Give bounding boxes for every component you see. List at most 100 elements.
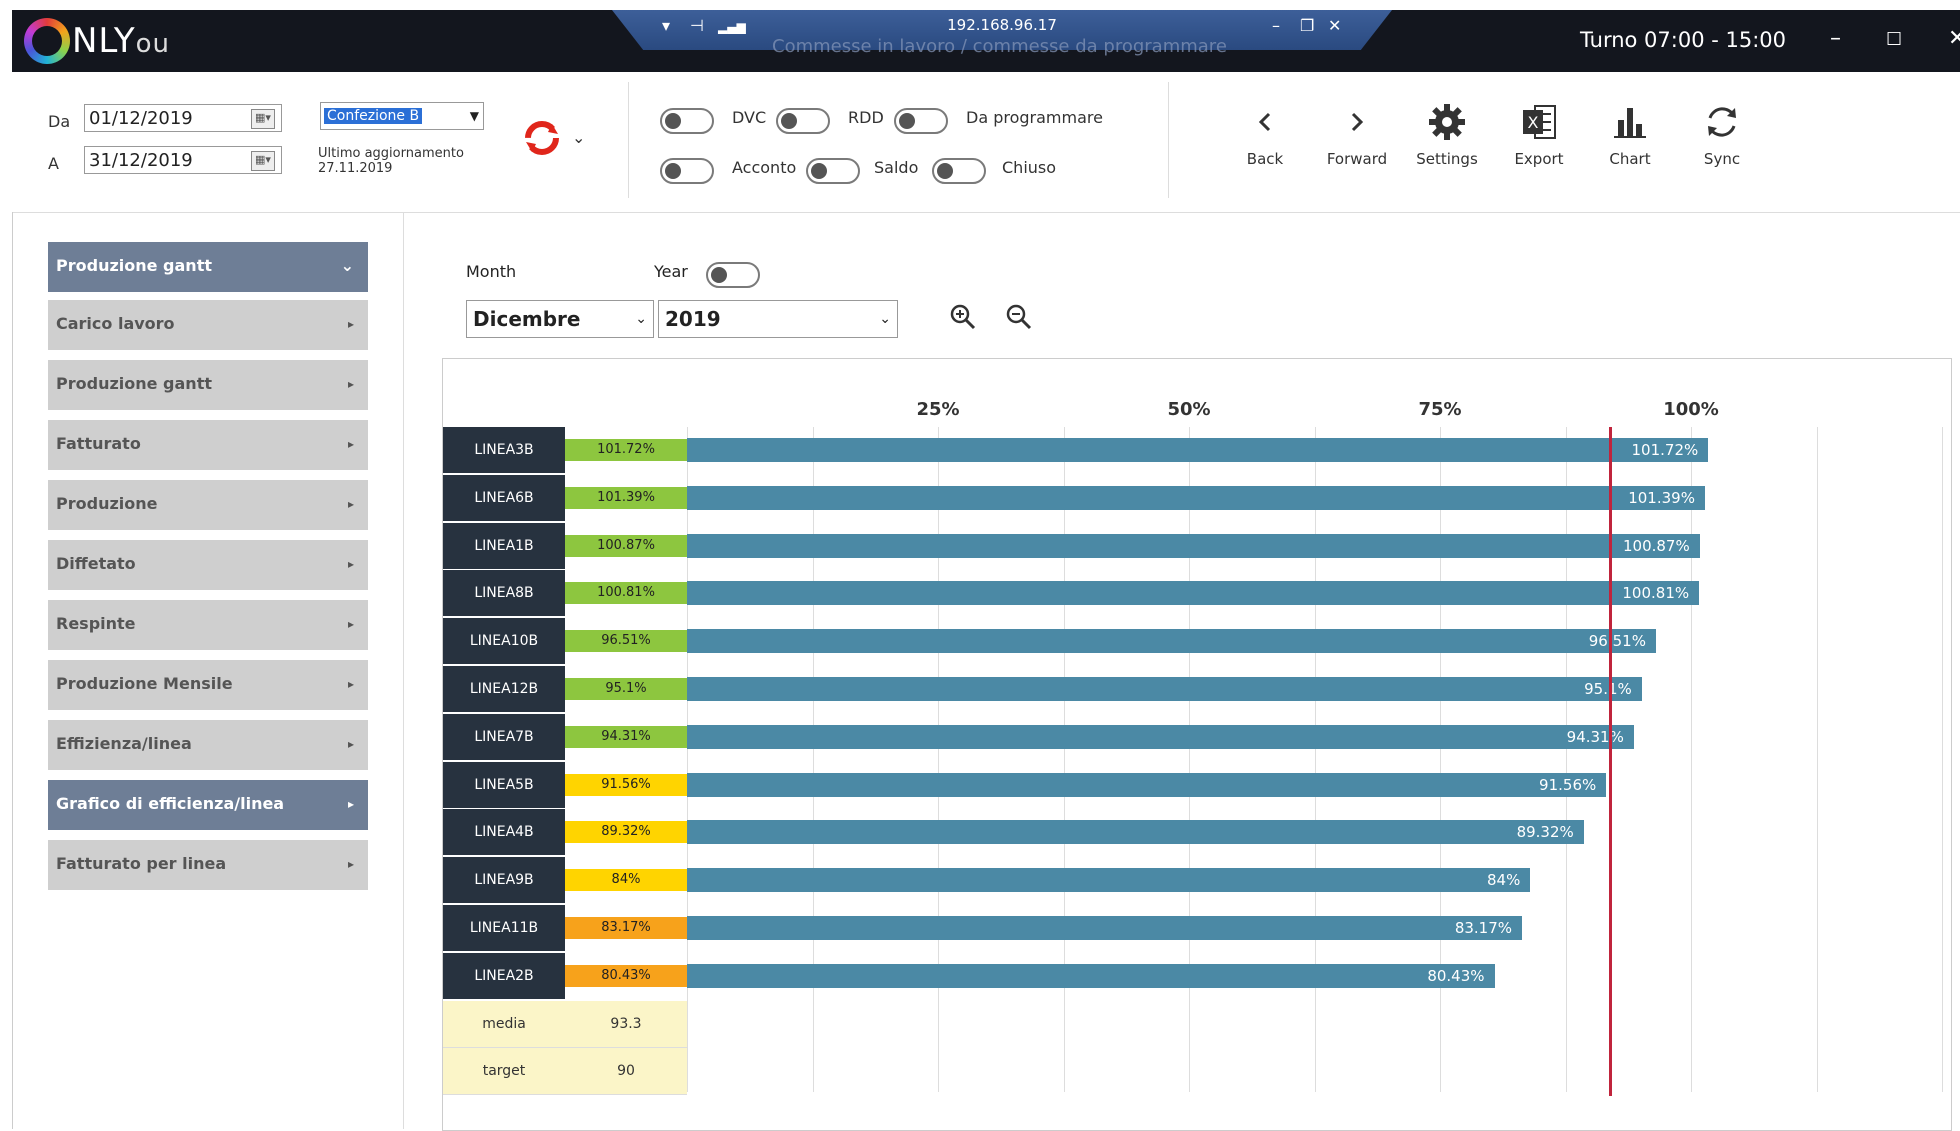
- department-select[interactable]: Confezione B ▼: [320, 102, 484, 130]
- toggle-rdd[interactable]: [776, 108, 830, 134]
- from-date-input[interactable]: 01/12/2019 ▦▾: [84, 104, 282, 132]
- svg-text:X: X: [1528, 113, 1539, 132]
- window-title: Commesse in lavoro / commesse da program…: [772, 36, 1227, 57]
- sidebar-item-grafico-efficienza[interactable]: Grafico di efficienza/linea ▸: [48, 780, 368, 830]
- chevron-right-icon: ▸: [347, 557, 354, 571]
- x-tick-label: 100%: [1663, 399, 1719, 420]
- bar: [687, 772, 1607, 797]
- line-name: LINEA5B: [443, 761, 565, 808]
- chevron-down-icon: ▼: [469, 109, 479, 123]
- line-name: LINEA7B: [443, 713, 565, 760]
- bar: [687, 724, 1634, 749]
- chart-label: Chart: [1609, 150, 1651, 168]
- zoom-in-button[interactable]: [948, 302, 978, 336]
- efficiency-badge: 94.31%: [565, 725, 687, 748]
- sync-button[interactable]: Sync: [1682, 100, 1762, 168]
- line-name: LINEA12B: [443, 666, 565, 712]
- toolbar: Da 01/12/2019 ▦▾ A 31/12/2019 ▦▾ Confezion…: [12, 72, 1960, 213]
- bar-value-label: 83.17%: [1454, 919, 1513, 937]
- sidebar-item-label: Produzione: [56, 494, 158, 513]
- x-tick-label: 75%: [1418, 399, 1462, 420]
- toggle-da-programmare[interactable]: [894, 108, 948, 134]
- sidebar-item-carico-lavoro[interactable]: Carico lavoro ▸: [48, 300, 368, 350]
- bar: [687, 533, 1700, 558]
- sidebar-item-label: Produzione Mensile: [56, 674, 233, 693]
- sidebar-item-produzione[interactable]: Produzione ▸: [48, 480, 368, 530]
- toggle-chiuso[interactable]: [932, 158, 986, 184]
- to-date-input[interactable]: 31/12/2019 ▦▾: [84, 146, 282, 174]
- grid-line: [938, 427, 939, 1092]
- zoom-out-icon: [1006, 304, 1032, 330]
- toggle-saldo[interactable]: [806, 158, 860, 184]
- maximize-icon[interactable]: ☐: [1886, 29, 1902, 50]
- chart-button[interactable]: Chart: [1590, 100, 1670, 168]
- from-date-value: 01/12/2019: [89, 108, 193, 129]
- bar-value-label: 101.72%: [1631, 441, 1699, 459]
- sidebar-item-diffetato[interactable]: Diffetato ▸: [48, 540, 368, 590]
- minimize-icon[interactable]: –: [1830, 26, 1841, 51]
- bar-value-label: 95.1%: [1532, 677, 1632, 701]
- bar-value-label: 96.51%: [1588, 632, 1646, 651]
- calendar-icon[interactable]: ▦▾: [251, 151, 275, 171]
- refresh-options-chevron-icon[interactable]: ⌄: [572, 128, 585, 147]
- chevron-right-icon: ▸: [347, 317, 354, 331]
- bar: [687, 581, 1700, 606]
- chevron-right-icon: ▸: [347, 437, 354, 451]
- grid-line: [812, 427, 814, 1092]
- excel-icon: X: [1523, 105, 1556, 139]
- line-name: LINEA2B: [443, 952, 565, 999]
- toggle-dvc[interactable]: [660, 108, 714, 134]
- refresh-button[interactable]: [522, 118, 562, 162]
- line-name: LINEA11B: [443, 905, 565, 951]
- close-icon[interactable]: ✕: [1948, 26, 1960, 51]
- chevron-right-icon: ▸: [347, 737, 354, 751]
- zoom-out-button[interactable]: [1004, 302, 1034, 336]
- divider: [628, 82, 629, 198]
- remote-minimize-icon[interactable]: –: [1272, 16, 1280, 35]
- bar-value-label: 89.32%: [1516, 823, 1574, 842]
- back-button[interactable]: Back: [1225, 100, 1305, 168]
- efficiency-badge: 84%: [565, 869, 687, 892]
- sidebar-item-label: Fatturato per linea: [56, 854, 227, 873]
- forward-label: Forward: [1326, 150, 1388, 168]
- grid-line: [1440, 427, 1441, 1092]
- sidebar-item-label: Carico lavoro: [56, 314, 175, 333]
- line-name: LINEA3B: [443, 427, 565, 473]
- x-tick-label: 50%: [1167, 399, 1211, 420]
- calendar-icon[interactable]: ▦▾: [251, 109, 275, 129]
- year-select[interactable]: 2019 ⌄: [658, 300, 898, 338]
- summary-label: target: [443, 1048, 565, 1096]
- forward-button[interactable]: Forward: [1317, 100, 1397, 168]
- line-name: LINEA6B: [443, 474, 565, 521]
- gear-icon: [1429, 104, 1465, 140]
- month-select[interactable]: Dicembre ⌄: [466, 300, 654, 338]
- sidebar-item-fatturato[interactable]: Fatturato ▸: [48, 420, 368, 470]
- sidebar-item-produzione-mensile[interactable]: Produzione Mensile ▸: [48, 660, 368, 710]
- last-update-label: Ultimo aggiornamento: [318, 146, 464, 161]
- sidebar-divider: [403, 212, 404, 1129]
- shift-label: Turno 07:00 - 15:00: [1580, 28, 1787, 52]
- year-toggle[interactable]: [706, 262, 760, 288]
- sidebar-item-fatturato-per-linea[interactable]: Fatturato per linea ▸: [48, 840, 368, 890]
- line-name: LINEA4B: [443, 809, 565, 856]
- line-name: LINEA1B: [443, 522, 565, 569]
- remote-restore-icon[interactable]: ❐: [1300, 16, 1314, 35]
- toggle-acconto[interactable]: [660, 158, 714, 184]
- sidebar-item-produzione-gantt-main[interactable]: Produzione gantt ⌄: [48, 242, 368, 292]
- toggle-da-programmare-label: Da programmare: [966, 108, 1103, 127]
- export-button[interactable]: X Export: [1499, 100, 1579, 168]
- sidebar-item-produzione-gantt[interactable]: Produzione gantt ▸: [48, 360, 368, 410]
- chevron-down-icon: ⌄: [340, 256, 354, 275]
- logo-suffix-text: ou: [135, 29, 171, 59]
- divider: [1168, 82, 1169, 198]
- line-name: LINEA10B: [443, 618, 565, 665]
- chevron-right-icon: ▸: [347, 677, 354, 691]
- remote-close-icon[interactable]: ✕: [1328, 16, 1341, 35]
- efficiency-badge: 80.43%: [565, 964, 687, 987]
- sidebar-item-respinte[interactable]: Respinte ▸: [48, 600, 368, 650]
- sidebar-item-effizienza-linea[interactable]: Effizienza/linea ▸: [48, 720, 368, 770]
- toggle-rdd-label: RDD: [848, 108, 884, 127]
- sync-label: Sync: [1703, 150, 1741, 168]
- settings-button[interactable]: Settings: [1407, 100, 1487, 168]
- sidebar-item-label: Effizienza/linea: [56, 734, 192, 753]
